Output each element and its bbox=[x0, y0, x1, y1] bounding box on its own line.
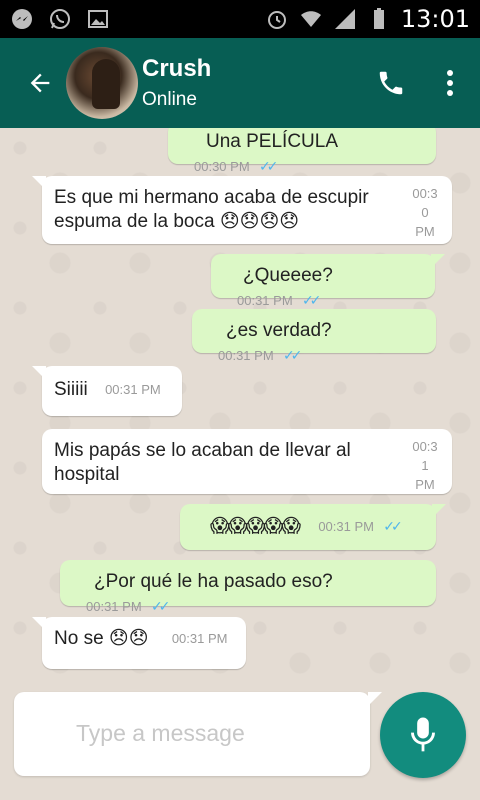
messenger-icon bbox=[12, 9, 32, 29]
signal-icon bbox=[334, 9, 355, 29]
contact-name: Crush bbox=[142, 55, 212, 82]
phone-icon[interactable] bbox=[376, 68, 406, 98]
contact-info[interactable]: Crush Online bbox=[142, 55, 211, 111]
alarm-icon bbox=[267, 11, 286, 29]
message-time: 00:31 PM bbox=[86, 599, 142, 614]
message-outgoing[interactable]: ¿Queeee? 00:31 PM ✓✓ bbox=[211, 254, 445, 308]
message-incoming[interactable]: Mis papás se lo acaban de llevar al hosp… bbox=[42, 429, 452, 494]
message-time: 00:31 PM bbox=[237, 293, 293, 308]
message-text: ¿Por qué le ha pasado eso? bbox=[94, 571, 333, 592]
chat-header: Crush Online bbox=[0, 38, 480, 128]
message-incoming[interactable]: Es que mi hermano acaba de escupir espum… bbox=[32, 176, 452, 244]
message-time: 00:31 PM bbox=[218, 348, 274, 363]
read-ticks-icon: ✓✓ bbox=[383, 518, 403, 534]
wifi-icon bbox=[300, 11, 321, 27]
message-outgoing[interactable]: Una PELÍCULA 00:30 PM ✓✓ bbox=[168, 128, 436, 174]
message-time: 00:31 PM bbox=[171, 631, 228, 646]
read-ticks-icon: ✓✓ bbox=[258, 158, 279, 174]
whatsapp-icon bbox=[50, 9, 70, 29]
message-time: 00:3 0 PM bbox=[412, 186, 438, 239]
message-incoming[interactable]: No se 😞😞 00:31 PM bbox=[32, 617, 246, 669]
read-ticks-icon: ✓✓ bbox=[282, 347, 303, 363]
clock-time: 13:01 bbox=[400, 5, 470, 33]
mic-icon bbox=[411, 717, 435, 752]
message-outgoing[interactable]: ¿Por qué le ha pasado eso? 00:31 PM ✓✓ bbox=[60, 560, 436, 614]
read-ticks-icon: ✓✓ bbox=[150, 598, 171, 614]
battery-icon bbox=[373, 8, 384, 29]
message-text-line: Es que mi hermano acaba de escupir bbox=[54, 187, 369, 208]
arrow-left-icon bbox=[30, 73, 50, 93]
contact-status: Online bbox=[142, 89, 197, 110]
message-text: ¿es verdad? bbox=[226, 320, 332, 341]
message-text: ¿Queeee? bbox=[243, 265, 333, 286]
back-button[interactable] bbox=[22, 65, 58, 101]
message-outgoing[interactable]: ¿es verdad? 00:31 PM ✓✓ bbox=[192, 309, 436, 363]
read-ticks-icon: ✓✓ bbox=[301, 292, 322, 308]
message-time: 00:31 PM bbox=[318, 519, 374, 534]
composer bbox=[0, 680, 480, 800]
gallery-icon bbox=[88, 10, 108, 28]
status-bar: 13:01 bbox=[0, 0, 480, 38]
message-text: Siiiii bbox=[54, 379, 88, 401]
message-text: Una PELÍCULA bbox=[206, 131, 337, 152]
message-outgoing[interactable]: 😱😱😱😱😱 00:31 PM ✓✓ bbox=[180, 504, 446, 550]
more-options-icon[interactable] bbox=[446, 69, 454, 97]
message-list[interactable]: Una PELÍCULA 00:30 PM ✓✓ Es que mi herma… bbox=[0, 128, 480, 680]
message-text-line: Mis papás se lo acaban de llevar al bbox=[54, 440, 351, 461]
message-time: 00:31 PM bbox=[105, 382, 161, 397]
avatar[interactable] bbox=[66, 47, 138, 119]
message-text-line: hospital bbox=[54, 464, 120, 485]
message-incoming[interactable]: Siiiii 00:31 PM bbox=[32, 366, 182, 416]
message-text: No se 😞😞 bbox=[54, 628, 149, 650]
message-text-line: espuma de la boca 😞😞😞😞 bbox=[54, 211, 300, 232]
message-time: 00:30 PM bbox=[194, 159, 250, 174]
mic-button[interactable] bbox=[380, 692, 466, 778]
message-input-container bbox=[14, 692, 382, 776]
message-text: 😱😱😱😱😱 bbox=[210, 515, 301, 537]
message-time: 00:3 1 PM bbox=[412, 439, 438, 492]
message-input[interactable] bbox=[76, 720, 356, 747]
